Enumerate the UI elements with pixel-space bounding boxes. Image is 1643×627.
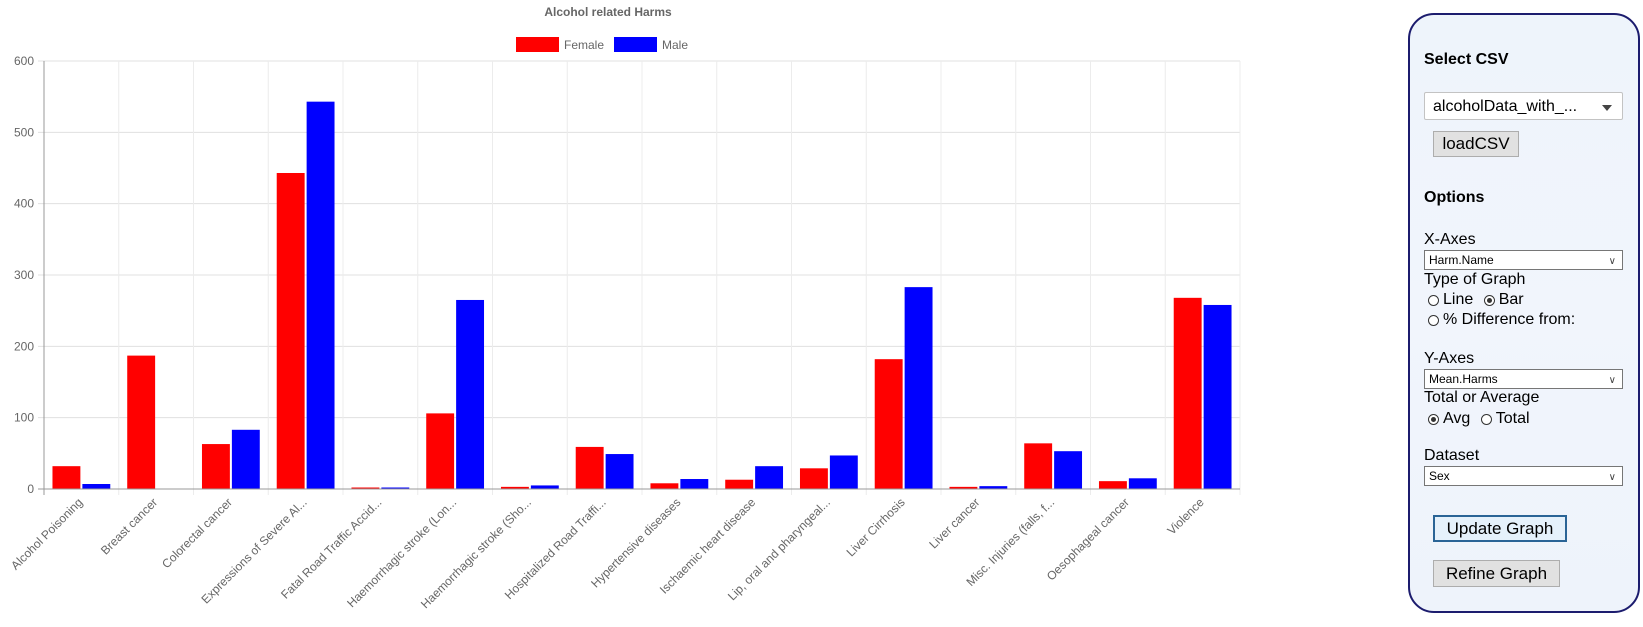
radio-avg-label[interactable]: Avg [1443, 410, 1470, 427]
y-tick-label: 600 [14, 54, 34, 68]
x-tick-label: Breast cancer [98, 495, 160, 557]
aggregation-row: Avg Total [1428, 410, 1536, 428]
x-tick-label: Colorectal cancer [159, 495, 235, 571]
bar-female-9[interactable] [725, 479, 754, 489]
select-csv-heading: Select CSV [1424, 51, 1509, 68]
y-axes-select[interactable]: Mean.Harms ∨ [1424, 369, 1623, 389]
chevron-down-icon: ∨ [1608, 375, 1616, 386]
bar-male-7[interactable] [605, 454, 634, 489]
x-tick-label: Alcohol Poisoning [8, 495, 85, 572]
radio-percent-difference-label[interactable]: % Difference from: [1443, 311, 1575, 328]
x-tick-label: Liver Cirrhosis [844, 495, 908, 559]
bar-female-1[interactable] [127, 355, 156, 489]
bar-male-15[interactable] [1203, 304, 1232, 489]
chart-title: Alcohol related Harms [544, 5, 672, 19]
bar-male-0[interactable] [82, 484, 111, 489]
bar-female-15[interactable] [1173, 297, 1202, 489]
bar-male-8[interactable] [680, 479, 709, 489]
graph-type-row-2: % Difference from: [1428, 311, 1581, 329]
bar-female-5[interactable] [426, 413, 455, 489]
x-axes-value: Harm.Name [1429, 253, 1494, 267]
update-graph-button[interactable]: Update Graph [1433, 515, 1567, 542]
bar-female-11[interactable] [874, 359, 903, 489]
radio-avg[interactable] [1428, 413, 1439, 425]
options-heading: Options [1424, 189, 1485, 206]
load-csv-button[interactable]: loadCSV [1433, 131, 1519, 157]
legend-swatch-female[interactable] [516, 37, 559, 52]
y-tick-label: 100 [14, 411, 34, 425]
radio-line-label[interactable]: Line [1443, 291, 1473, 308]
x-tick-label: Liver cancer [926, 495, 982, 551]
legend: Female Male [516, 37, 688, 52]
axes: 0 100 200 300 400 500 600 Alcohol Poisoning Brea… [8, 54, 1240, 611]
legend-label-male[interactable]: Male [662, 38, 688, 52]
options-panel: Select CSV alcoholData_with_... loadCSV … [1408, 13, 1640, 613]
dataset-select[interactable]: Sex ∨ [1424, 466, 1623, 486]
bar-male-9[interactable] [755, 466, 784, 489]
chevron-down-icon: ∨ [1608, 472, 1616, 483]
radio-percent-difference[interactable] [1428, 314, 1439, 326]
bar-female-8[interactable] [650, 483, 679, 489]
y-tick-label: 400 [14, 197, 34, 211]
x-axes-select[interactable]: Harm.Name ∨ [1424, 250, 1623, 270]
bar-female-13[interactable] [1024, 443, 1053, 489]
chevron-down-icon: ∨ [1608, 256, 1616, 267]
bar-female-7[interactable] [575, 446, 604, 489]
bar-male-3[interactable] [306, 101, 335, 489]
y-tick-label: 0 [27, 482, 34, 496]
y-axes-label: Y-Axes [1424, 350, 1475, 367]
bar-chart: 0 100 200 300 400 500 600 Alcohol Poisoning Brea… [0, 0, 1260, 627]
radio-bar-label[interactable]: Bar [1499, 291, 1524, 308]
x-tick-label: Oesophageal cancer [1044, 495, 1132, 583]
bar-female-0[interactable] [52, 466, 81, 489]
y-tick-label: 200 [14, 339, 34, 353]
bar-male-11[interactable] [904, 287, 933, 489]
y-axes-value: Mean.Harms [1429, 372, 1498, 386]
bar-male-2[interactable] [231, 429, 260, 489]
bar-male-13[interactable] [1054, 451, 1083, 489]
csv-file-select[interactable]: alcoholData_with_... [1424, 92, 1623, 120]
caret-down-icon [1602, 105, 1612, 111]
bar-female-3[interactable] [276, 172, 305, 489]
bar-female-14[interactable] [1098, 481, 1127, 489]
type-of-graph-label: Type of Graph [1424, 271, 1526, 288]
radio-total-label[interactable]: Total [1496, 410, 1530, 427]
bar-female-10[interactable] [799, 468, 828, 489]
refine-graph-button[interactable]: Refine Graph [1433, 560, 1560, 587]
legend-swatch-male[interactable] [614, 37, 657, 52]
total-or-average-label: Total or Average [1424, 389, 1540, 406]
bar-male-14[interactable] [1128, 478, 1157, 489]
y-tick-label: 500 [14, 125, 34, 139]
radio-line[interactable] [1428, 294, 1439, 306]
grid [38, 60, 1241, 495]
x-tick-label: Violence [1164, 495, 1207, 538]
y-tick-label: 300 [14, 268, 34, 282]
x-axes-label: X-Axes [1424, 231, 1476, 248]
bar-male-6[interactable] [530, 485, 559, 489]
dataset-label: Dataset [1424, 447, 1480, 464]
graph-type-row: Line Bar [1428, 291, 1530, 309]
dataset-value: Sex [1429, 469, 1450, 483]
chart-canvas: 0 100 200 300 400 500 600 Alcohol Poisoning Brea… [8, 5, 1241, 611]
csv-file-value: alcoholData_with_... [1433, 98, 1578, 115]
bar-female-2[interactable] [201, 444, 230, 489]
legend-label-female[interactable]: Female [564, 38, 604, 52]
radio-total[interactable] [1480, 413, 1492, 425]
bar-male-10[interactable] [829, 455, 858, 489]
radio-bar[interactable] [1483, 294, 1495, 306]
bar-male-5[interactable] [456, 299, 485, 489]
